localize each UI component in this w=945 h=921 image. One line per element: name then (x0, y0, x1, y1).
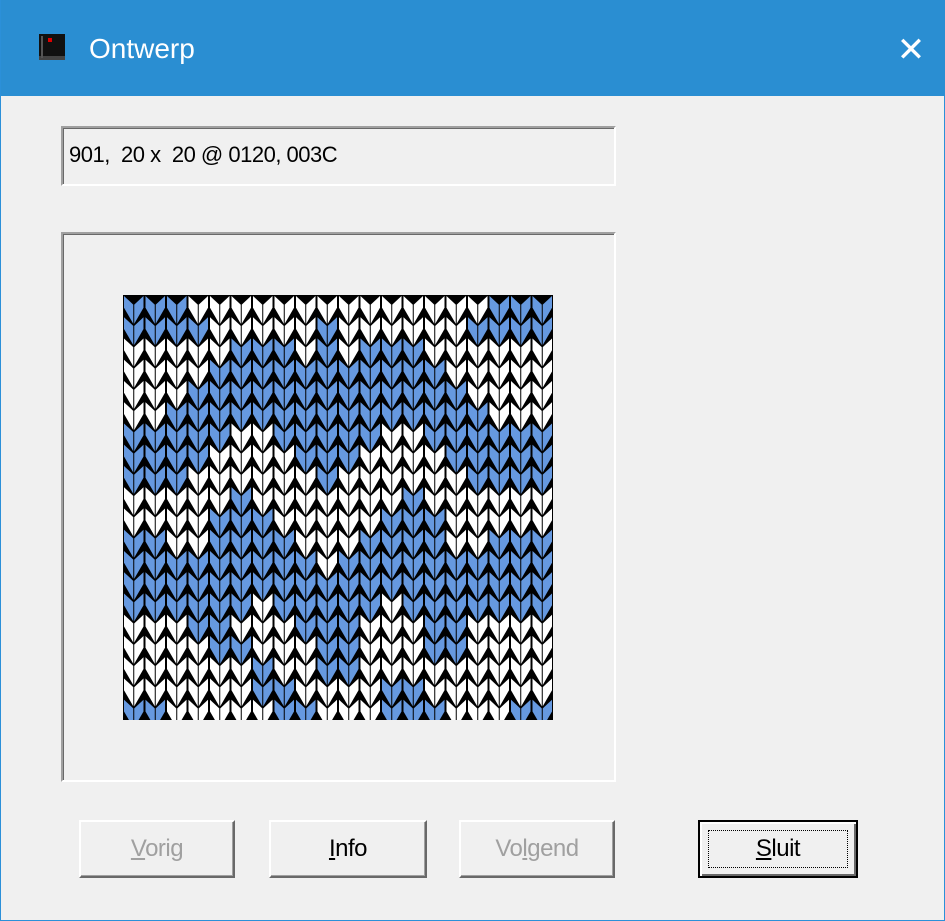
close-accel: S (755, 835, 772, 862)
design-info-field: 901, 20 x 20 @ 0120, 003C (61, 126, 616, 186)
previous-label: orig (145, 835, 184, 862)
pattern-background (123, 295, 553, 720)
previous-accel: V (130, 835, 146, 862)
previous-button[interactable]: Vorig (79, 820, 235, 878)
knitting-pattern-preview (123, 295, 553, 720)
title-bar[interactable]: Ontwerp ✕ (1, 0, 945, 96)
close-icon[interactable]: ✕ (891, 30, 931, 70)
info-label: nfo (335, 835, 368, 862)
design-info-text: 901, 20 x 20 @ 0120, 003C (69, 142, 338, 167)
knitting-app-icon (39, 34, 65, 60)
close-button[interactable]: Sluit (698, 820, 858, 878)
ontwerp-dialog: Ontwerp ✕ 901, 20 x 20 @ 0120, 003C Vori… (0, 0, 945, 921)
close-label: luit (771, 835, 801, 862)
next-label-pre: Vo (495, 835, 523, 862)
next-label: gend (527, 835, 579, 862)
window-title: Ontwerp (89, 33, 195, 64)
info-button[interactable]: Info (269, 820, 427, 878)
next-button[interactable]: Volgend (459, 820, 615, 878)
